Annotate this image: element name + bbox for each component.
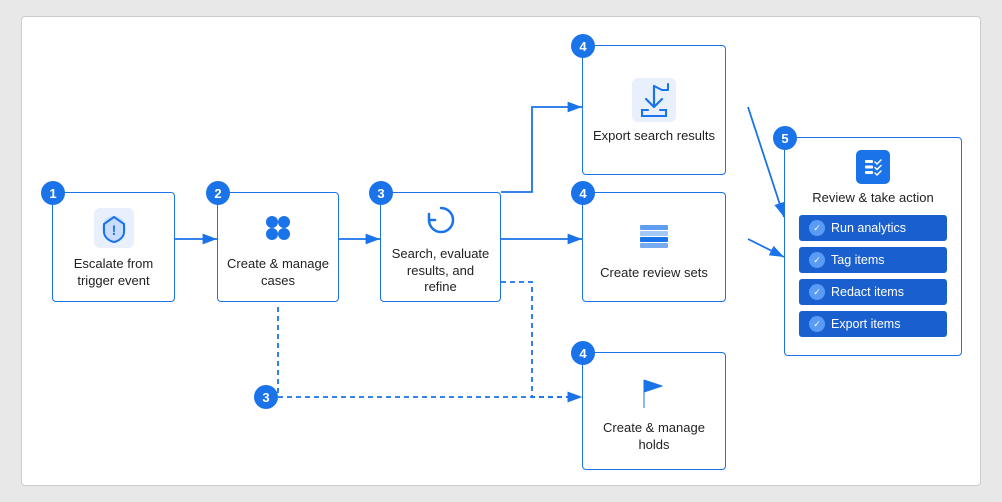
- step4b-badge: 4: [571, 181, 595, 205]
- review-panel: 5 Review & take action ✓ Run analytics: [784, 137, 962, 356]
- step1-box: 1 ! Escalate from trigger event: [52, 192, 175, 302]
- step4c-box: 4 Create & manage holds: [582, 352, 726, 470]
- step4a-icon: [632, 78, 676, 122]
- step3-icon: [419, 200, 463, 240]
- step4c-label: Create & manage holds: [591, 420, 717, 454]
- step2-icon: [256, 206, 300, 250]
- step4b-label: Create review sets: [600, 265, 708, 282]
- step1-icon: !: [92, 206, 136, 250]
- step4a-box: 4 Export search results: [582, 45, 726, 175]
- action-tag-items: ✓ Tag items: [799, 247, 947, 273]
- step3-dashed-badge: 3: [254, 385, 278, 409]
- step3-box: 3 Search, evaluate results, and refine: [380, 192, 501, 302]
- step4b-icon: [632, 215, 676, 259]
- review-panel-title: Review & take action: [799, 190, 947, 205]
- review-badge: 5: [773, 126, 797, 150]
- review-icon: [799, 150, 947, 184]
- check-icon-analytics: ✓: [809, 220, 825, 236]
- diagram-container: 1 ! Escalate from trigger event 2 Create…: [21, 16, 981, 486]
- step3-badge: 3: [369, 181, 393, 205]
- svg-text:!: !: [111, 222, 116, 238]
- step4c-badge: 4: [571, 341, 595, 365]
- step4a-badge: 4: [571, 34, 595, 58]
- step4b-box: 4 Create review sets: [582, 192, 726, 302]
- check-icon-redact: ✓: [809, 284, 825, 300]
- step4a-label: Export search results: [593, 128, 715, 145]
- step2-badge: 2: [206, 181, 230, 205]
- step4c-icon: [632, 370, 676, 414]
- step1-badge: 1: [41, 181, 65, 205]
- step2-box: 2 Create & manage cases: [217, 192, 339, 302]
- action-run-analytics: ✓ Run analytics: [799, 215, 947, 241]
- step2-label: Create & manage cases: [226, 256, 330, 290]
- check-icon-export: ✓: [809, 316, 825, 332]
- review-actions-list: ✓ Run analytics ✓ Tag items ✓ Redact ite…: [799, 215, 947, 337]
- check-icon-tag: ✓: [809, 252, 825, 268]
- action-redact-items: ✓ Redact items: [799, 279, 947, 305]
- action-export-items: ✓ Export items: [799, 311, 947, 337]
- step1-label: Escalate from trigger event: [61, 256, 166, 290]
- step3-label: Search, evaluate results, and refine: [389, 246, 492, 297]
